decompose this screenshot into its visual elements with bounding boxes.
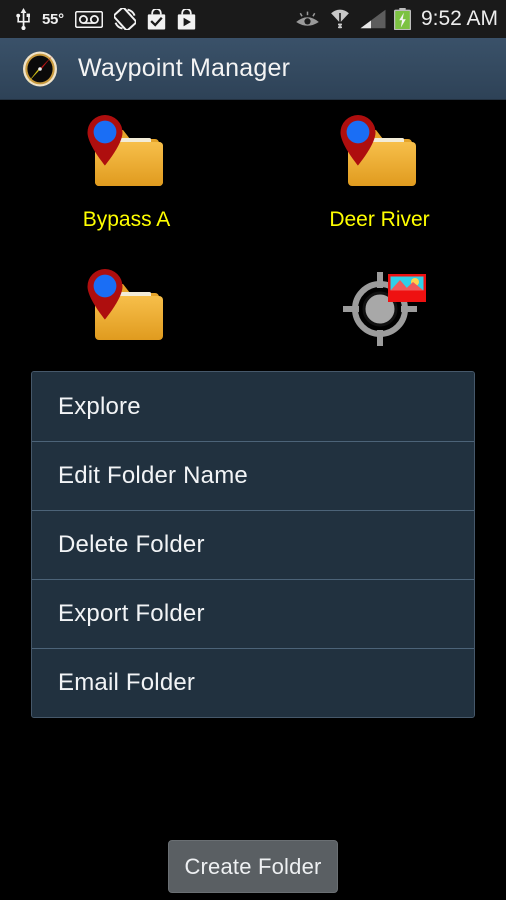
app-bar: Waypoint Manager bbox=[0, 38, 506, 100]
create-folder-button-label: Create Folder bbox=[184, 853, 322, 879]
android-screen: 55° 9:52 AM Waypoint Manager Bypass A De… bbox=[0, 0, 506, 900]
folder-waypoint-icon bbox=[77, 108, 177, 200]
page-title: Waypoint Manager bbox=[78, 54, 291, 82]
menu-item-edit-folder-name[interactable]: Edit Folder Name bbox=[32, 441, 474, 510]
menu-item-label: Explore bbox=[58, 392, 141, 420]
status-bar-clock: 9:52 AM bbox=[420, 7, 498, 30]
folder-waypoint-icon bbox=[77, 262, 177, 354]
status-bar[interactable]: 55° 9:52 AM bbox=[0, 0, 506, 38]
menu-item-explore[interactable]: Explore bbox=[32, 372, 474, 441]
menu-item-label: Delete Folder bbox=[58, 531, 205, 558]
status-bar-right-icons: 9:52 AM bbox=[295, 7, 498, 31]
status-bar-left-icons: 55° bbox=[16, 7, 196, 31]
list-item[interactable] bbox=[253, 262, 506, 362]
menu-item-label: Email Folder bbox=[58, 669, 196, 696]
temperature-indicator: 55° bbox=[42, 10, 64, 28]
battery-charging-icon bbox=[393, 8, 411, 31]
list-item[interactable] bbox=[0, 262, 253, 362]
menu-item-delete-folder[interactable]: Delete Folder bbox=[32, 510, 474, 579]
cellular-signal-icon bbox=[360, 9, 386, 29]
menu-item-export-folder[interactable]: Export Folder bbox=[32, 579, 474, 648]
folder-context-menu: Explore Edit Folder Name Delete Folder E… bbox=[31, 371, 475, 718]
compass-icon[interactable] bbox=[20, 49, 60, 89]
screen-rotation-icon bbox=[113, 7, 137, 31]
create-folder-button[interactable]: Create Folder bbox=[168, 840, 338, 893]
smart-stay-eye-icon bbox=[295, 11, 320, 28]
menu-item-email-folder[interactable]: Email Folder bbox=[32, 648, 474, 717]
menu-item-label: Export Folder bbox=[58, 600, 205, 627]
voicemail-icon bbox=[74, 10, 103, 28]
menu-item-label: Edit Folder Name bbox=[58, 462, 248, 489]
list-item-label: Deer River bbox=[329, 208, 430, 231]
folder-waypoint-icon bbox=[330, 108, 430, 200]
list-item-label: Bypass A bbox=[82, 208, 171, 231]
play-store-download-icon bbox=[177, 7, 196, 30]
list-item[interactable]: Deer River bbox=[253, 108, 506, 232]
play-store-check-icon bbox=[147, 7, 166, 30]
crosshair-photo-icon bbox=[330, 262, 430, 354]
list-item[interactable]: Bypass A bbox=[0, 108, 253, 232]
usb-icon bbox=[16, 8, 31, 31]
wifi-icon bbox=[328, 8, 352, 30]
